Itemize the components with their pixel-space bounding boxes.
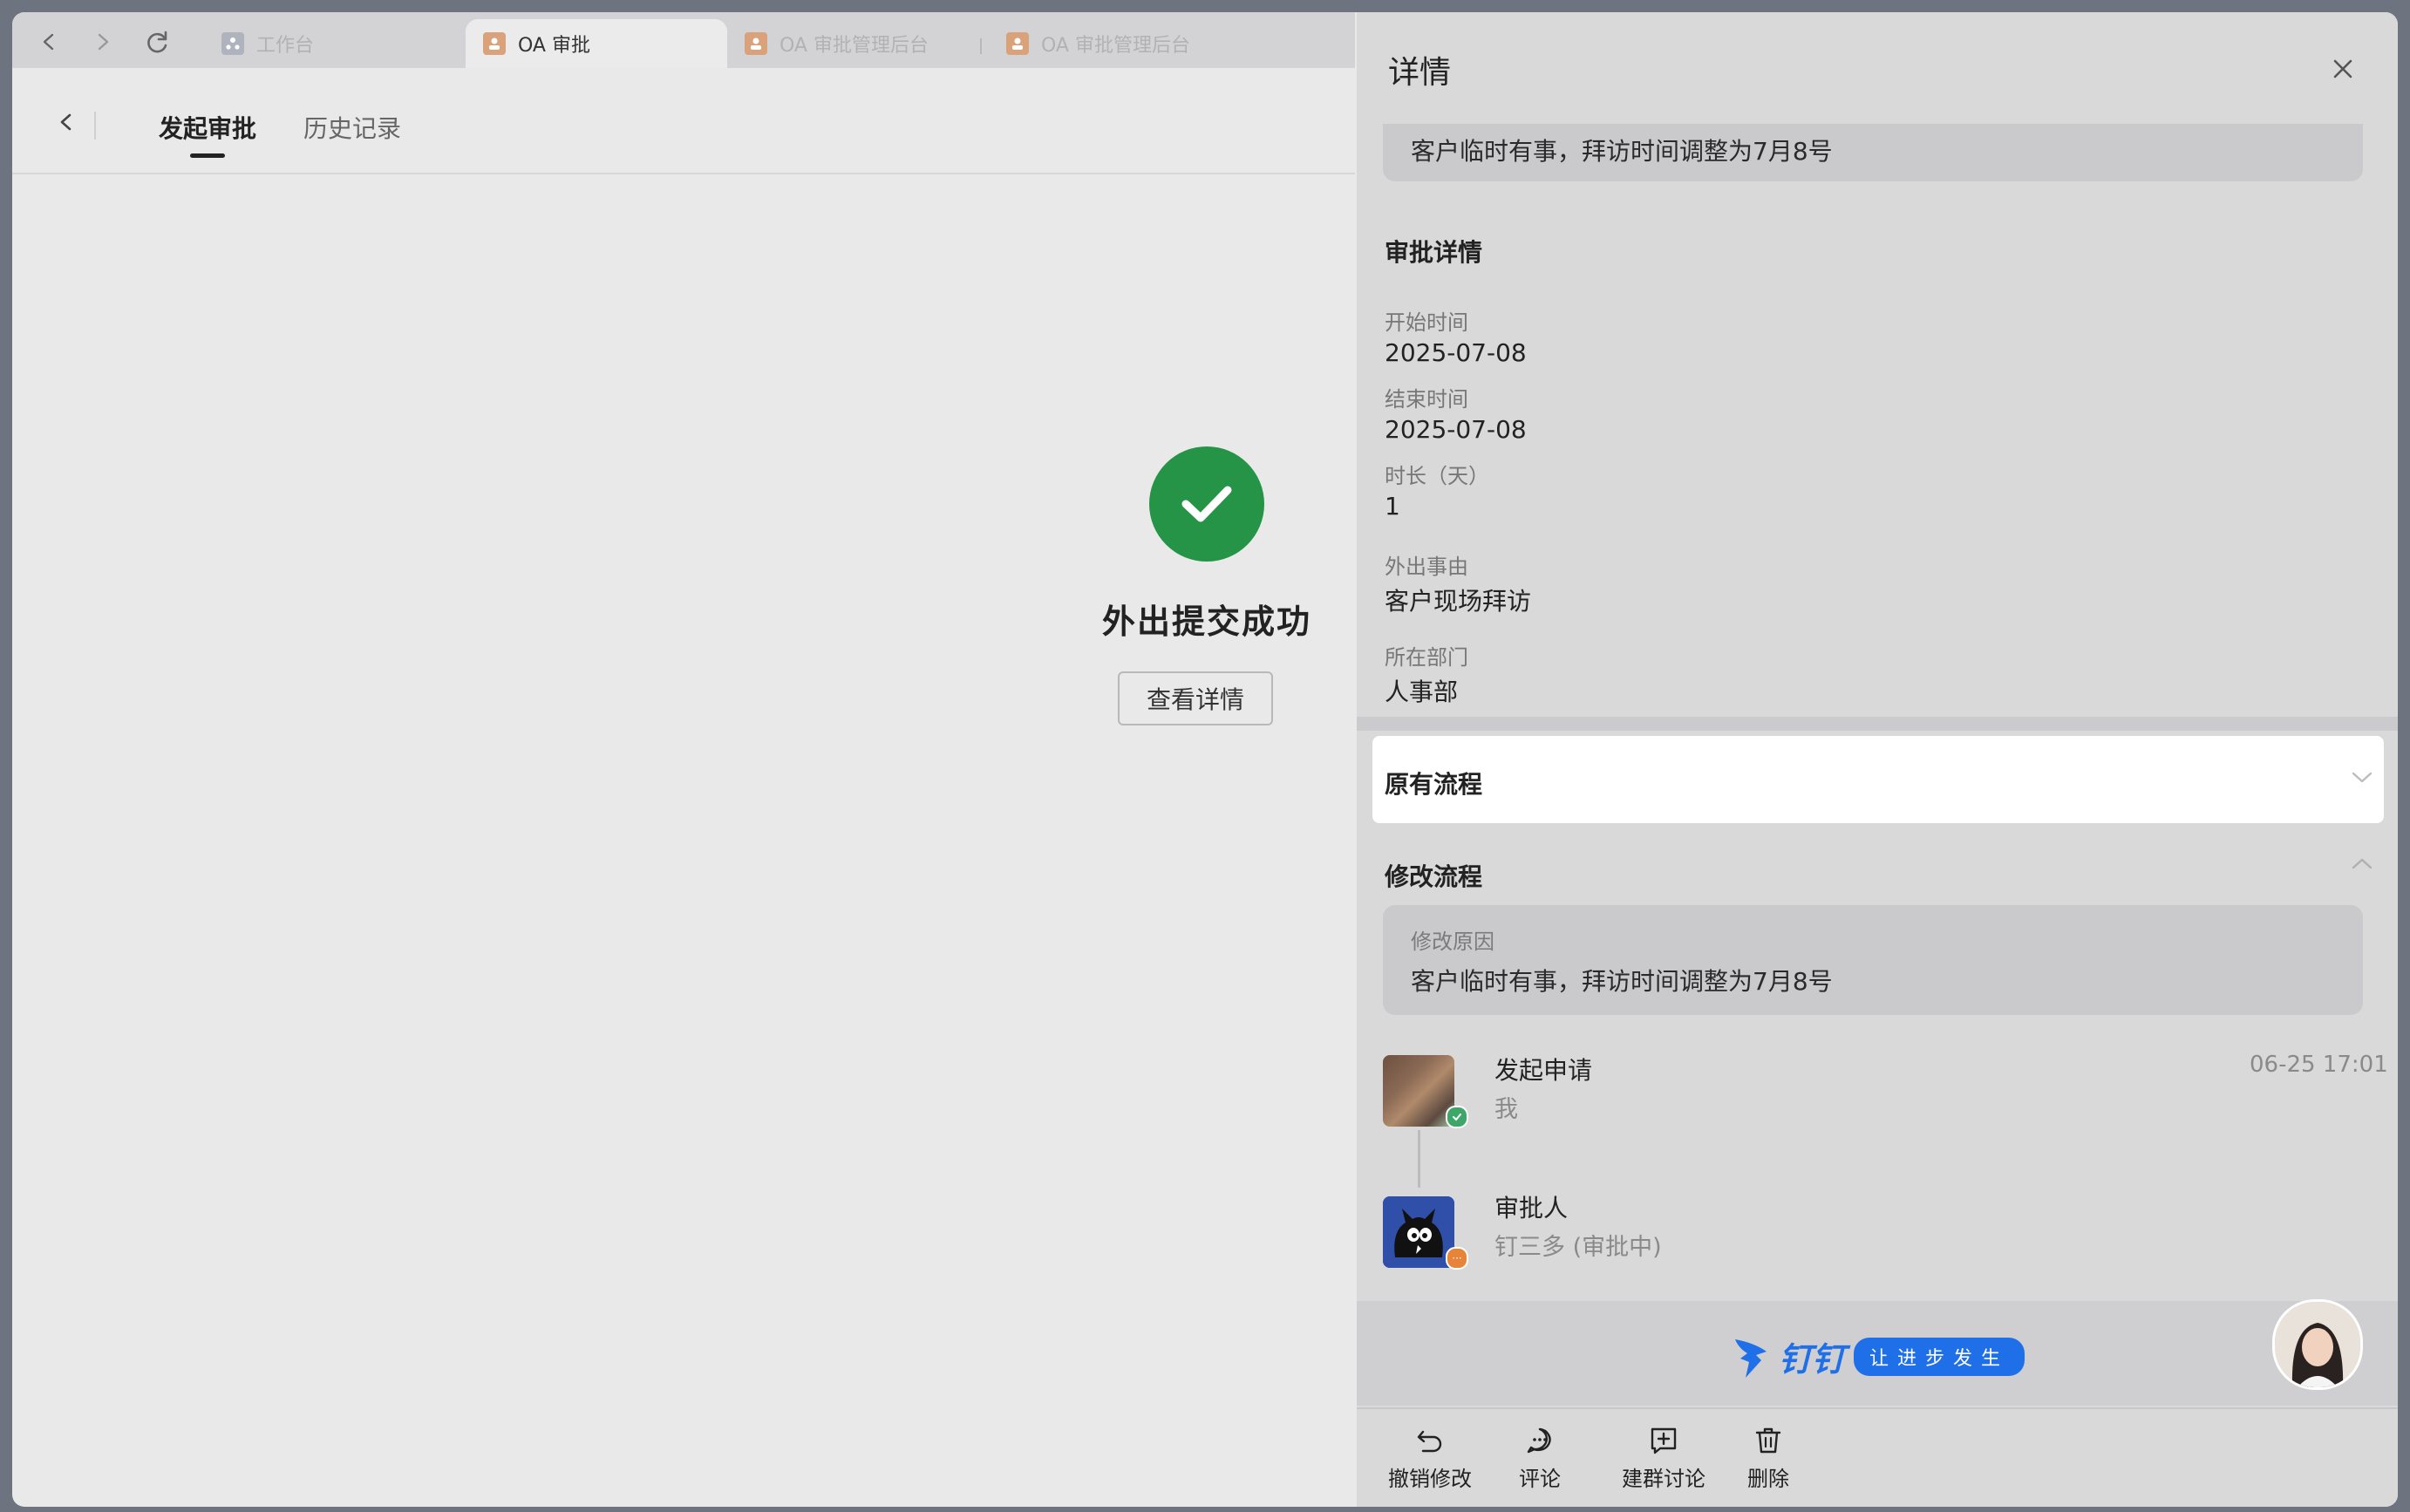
- refresh-button[interactable]: [140, 24, 174, 59]
- browser-tab-bar: 工作台 OA 审批 OA 审批管理后台 OA 审批管理后台: [12, 12, 1355, 68]
- page-back-button[interactable]: [49, 105, 84, 140]
- panel-title: 详情: [1388, 55, 1452, 91]
- undo-label: 撤销修改: [1388, 1467, 1472, 1491]
- brand-bar: 钉钉 让进步发生: [1357, 1301, 2398, 1406]
- active-tab-indicator: [190, 153, 225, 158]
- close-panel-button[interactable]: [2328, 54, 2358, 84]
- chevron-right-icon: [98, 33, 109, 51]
- back-arrow-button[interactable]: [31, 24, 66, 59]
- tab-label: OA 审批管理后台: [780, 35, 929, 57]
- step-initiator-sub: 我: [1494, 1096, 1518, 1123]
- nav-divider: [94, 112, 96, 140]
- app-window: 工作台 OA 审批 OA 审批管理后台 OA 审批管理后台 发起审批 历史记录 …: [12, 12, 2398, 1507]
- undo-modification-button[interactable]: 撤销修改: [1388, 1425, 1472, 1492]
- create-group-label: 建群讨论: [1622, 1467, 1705, 1491]
- approved-badge-icon: [1446, 1106, 1468, 1128]
- tab-start-approval[interactable]: 发起审批: [159, 110, 256, 145]
- brand-name: 钉钉: [1779, 1340, 1846, 1379]
- group-chat-icon: [1651, 1427, 1677, 1454]
- timeline-connector: [1418, 1130, 1420, 1188]
- assistant-avatar[interactable]: [2272, 1299, 2363, 1390]
- trash-icon: [1755, 1427, 1781, 1454]
- chevron-left-icon: [60, 113, 71, 131]
- chevron-up-icon[interactable]: [2349, 855, 2375, 872]
- reason-summary-text: 客户临时有事，拜访时间调整为7月8号: [1411, 137, 1833, 166]
- forward-arrow-button[interactable]: [85, 24, 120, 59]
- chevron-left-icon: [43, 33, 54, 51]
- success-check-circle: [1149, 446, 1264, 562]
- view-details-button[interactable]: 查看详情: [1118, 671, 1273, 725]
- section-divider: [1357, 717, 2398, 731]
- modification-reason-label: 修改原因: [1411, 930, 1494, 954]
- step-initiator-name: 发起申请: [1494, 1056, 1593, 1085]
- field-label-start: 开始时间: [1385, 310, 1468, 335]
- tab-separator: [980, 38, 982, 54]
- refresh-icon: [147, 31, 167, 53]
- reason-summary-box: 客户临时有事，拜访时间调整为7月8号: [1383, 124, 2363, 181]
- action-footer: 撤销修改 评论 建群讨论 删除: [1357, 1407, 2398, 1507]
- step-initiator-time: 06-25 17:01: [2250, 1052, 2388, 1078]
- approval-app-icon: [745, 32, 767, 55]
- comment-label: 评论: [1519, 1467, 1561, 1491]
- approval-app-icon: [1006, 32, 1029, 55]
- modified-flow-heading[interactable]: 修改流程: [1385, 858, 1482, 893]
- field-value-duration: 1: [1385, 492, 1400, 521]
- field-value-reason: 客户现场拜访: [1385, 587, 1532, 616]
- original-flow-heading: 原有流程: [1385, 770, 1483, 799]
- field-label-duration: 时长（天）: [1385, 464, 1489, 488]
- field-value-department: 人事部: [1385, 678, 1459, 706]
- approval-details-heading: 审批详情: [1385, 238, 1483, 267]
- modification-reason-box: 修改原因 客户临时有事，拜访时间调整为7月8号: [1383, 905, 2363, 1015]
- tab-oa-approval[interactable]: OA 审批: [466, 19, 727, 68]
- step-approver-sub: 钉三多 (审批中): [1494, 1234, 1662, 1261]
- panel-header: 详情: [1357, 12, 2398, 124]
- brand-slogan: 让进步发生: [1854, 1337, 2025, 1376]
- tab-workbench[interactable]: 工作台: [204, 19, 466, 68]
- field-label-end: 结束时间: [1385, 387, 1468, 412]
- checkmark-icon: [1181, 486, 1232, 522]
- tab-label: 工作台: [256, 35, 315, 57]
- field-label-department: 所在部门: [1385, 645, 1468, 670]
- step-approver-name: 审批人: [1494, 1194, 1569, 1223]
- field-value-start: 2025-07-08: [1385, 338, 1527, 367]
- tab-oa-admin-2[interactable]: OA 审批管理后台: [989, 19, 1250, 68]
- delete-button[interactable]: 删除: [1747, 1425, 1789, 1492]
- close-icon: [2333, 59, 2352, 78]
- detail-panel: 详情 客户临时有事，拜访时间调整为7月8号 审批详情 开始时间 2025-07-…: [1357, 12, 2398, 1507]
- tab-label: OA 审批: [518, 35, 590, 57]
- modification-reason-value: 客户临时有事，拜访时间调整为7月8号: [1411, 967, 1833, 996]
- tab-oa-admin-1[interactable]: OA 审批管理后台: [727, 19, 989, 68]
- workbench-icon: [221, 32, 244, 55]
- field-value-end: 2025-07-08: [1385, 415, 1527, 444]
- chevron-down-icon: [2352, 772, 2373, 783]
- dingtalk-logo: 钉钉 让进步发生: [1733, 1332, 2025, 1380]
- pending-badge-icon: ···: [1446, 1247, 1468, 1270]
- comment-icon: [1527, 1427, 1551, 1454]
- approval-app-icon: [483, 32, 506, 55]
- original-flow-collapse[interactable]: 原有流程: [1372, 736, 2384, 823]
- delete-label: 删除: [1747, 1467, 1789, 1491]
- create-group-button[interactable]: 建群讨论: [1622, 1425, 1705, 1492]
- avatar[interactable]: [1383, 1055, 1454, 1127]
- comment-button[interactable]: 评论: [1519, 1425, 1561, 1492]
- tab-label: OA 审批管理后台: [1041, 35, 1190, 57]
- dingtalk-wing-icon: [1735, 1338, 1767, 1378]
- page-subnav: 发起审批 历史记录: [12, 68, 1355, 174]
- undo-icon: [1417, 1430, 1442, 1453]
- tab-history[interactable]: 历史记录: [303, 110, 401, 145]
- field-label-reason: 外出事由: [1385, 555, 1468, 579]
- approver-avatar[interactable]: [1383, 1196, 1454, 1268]
